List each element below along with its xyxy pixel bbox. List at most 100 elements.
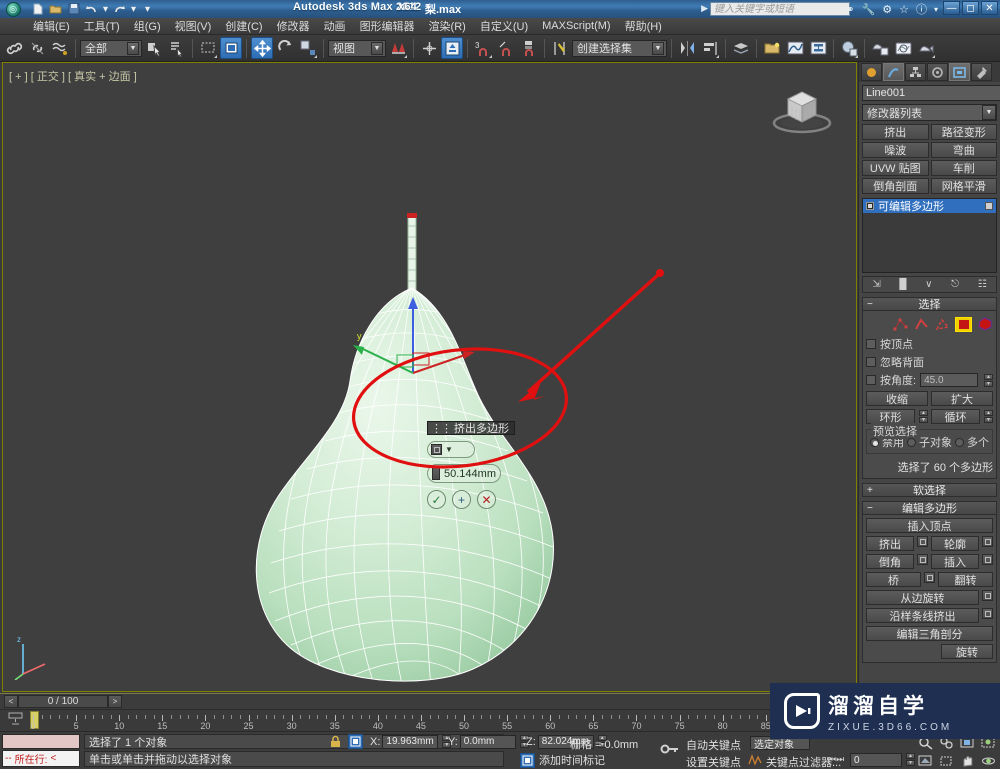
ignore-backfacing-checkbox[interactable]: [866, 357, 876, 367]
binoculars-icon[interactable]: ⚭: [845, 3, 854, 16]
coord-x-field[interactable]: 19.963mm: [382, 734, 439, 749]
select-and-link-icon[interactable]: [3, 37, 25, 59]
by-angle-value[interactable]: 45.0: [920, 373, 978, 387]
align-objects-icon[interactable]: [699, 37, 721, 59]
move-gizmo[interactable]: y: [343, 293, 483, 386]
snap-toggle-icon[interactable]: [441, 37, 463, 59]
preview-multi-radio[interactable]: [955, 437, 964, 447]
undo-icon[interactable]: [84, 2, 99, 17]
menu-item-group[interactable]: 组(G): [127, 17, 168, 35]
bridge-button[interactable]: 桥: [866, 572, 921, 587]
rendered-frame-window-icon[interactable]: [892, 37, 914, 59]
ring-button[interactable]: 环形: [866, 409, 915, 424]
grow-button[interactable]: 扩大: [931, 391, 993, 406]
rollout-edit-polygons-header[interactable]: − 编辑多边形: [862, 501, 997, 515]
preview-option-multi[interactable]: 多个: [955, 434, 989, 450]
stack-item-toggle-icon[interactable]: [985, 202, 993, 210]
reference-coord-dropdown[interactable]: 视图 ▼: [328, 39, 386, 57]
make-unique-icon[interactable]: ∨: [925, 279, 932, 290]
edit-named-selection-sets-icon[interactable]: [549, 37, 571, 59]
collapse-icon[interactable]: −: [867, 503, 873, 514]
by-angle-checkbox[interactable]: [866, 375, 876, 385]
insert-vertex-button[interactable]: 插入顶点: [866, 518, 993, 533]
set-key-button[interactable]: 设置关键点: [686, 754, 741, 769]
customize-qat-icon[interactable]: ▾: [140, 2, 155, 17]
menu-item-modifiers[interactable]: 修改器: [270, 17, 317, 35]
caddy-cancel-button[interactable]: ✕: [477, 490, 496, 509]
menu-item-tools[interactable]: 工具(T): [77, 17, 127, 35]
polygon-icon[interactable]: [955, 316, 972, 332]
subscription-icon[interactable]: ⚙: [882, 3, 892, 16]
select-and-manipulate-icon[interactable]: [418, 37, 440, 59]
bevel-settings-icon[interactable]: [917, 554, 928, 565]
pan-icon[interactable]: [957, 752, 977, 769]
caddy-extrusion-type-dropdown[interactable]: ▼: [427, 441, 475, 458]
new-file-icon[interactable]: [30, 2, 45, 17]
key-navigation-icons[interactable]: ⏮⏭: [828, 754, 844, 765]
layer-manager-icon[interactable]: [730, 37, 752, 59]
region-zoom-icon[interactable]: [936, 752, 956, 769]
extrude-along-spline-settings-icon[interactable]: [982, 608, 993, 619]
redo-icon[interactable]: [112, 2, 127, 17]
next-frame-button[interactable]: >: [108, 695, 122, 708]
by-angle-spinner[interactable]: ▲ ▼: [984, 373, 993, 387]
display-tab[interactable]: [949, 63, 970, 81]
wrench-icon[interactable]: 🔧: [862, 3, 876, 16]
edit-triangulation-button[interactable]: 编辑三角剖分: [866, 626, 993, 641]
bind-to-space-warp-icon[interactable]: [49, 37, 71, 59]
undo-dropdown-icon[interactable]: ▾: [102, 2, 109, 17]
turn-button[interactable]: 旋转: [941, 644, 993, 659]
chevron-down-icon[interactable]: ▼: [445, 445, 453, 454]
auto-key-button[interactable]: 自动关键点: [686, 737, 741, 753]
modifier-button-bend[interactable]: 弯曲: [930, 142, 997, 158]
by-vertex-checkbox[interactable]: [866, 339, 876, 349]
shrink-button[interactable]: 收缩: [866, 391, 928, 406]
add-time-tag-row[interactable]: 添加时间标记: [520, 752, 605, 768]
inset-button[interactable]: 插入: [931, 554, 979, 569]
application-menu-button[interactable]: ◎: [0, 0, 26, 18]
element-icon[interactable]: [976, 317, 993, 332]
modify-tab[interactable]: [883, 63, 904, 81]
menu-item-customize[interactable]: 自定义(U): [473, 17, 535, 35]
select-and-scale-icon[interactable]: [297, 37, 319, 59]
modifier-button-meshsmooth[interactable]: 网格平滑: [930, 178, 997, 194]
menu-item-create[interactable]: 创建(C): [218, 17, 269, 35]
open-file-icon[interactable]: [48, 2, 63, 17]
menu-item-animation[interactable]: 动画: [317, 17, 353, 35]
current-key-spinner[interactable]: ▲ ▼: [906, 753, 915, 766]
spinner-snap-icon[interactable]: [518, 37, 540, 59]
close-button[interactable]: ✕: [981, 1, 998, 15]
caddy-ok-button[interactable]: ✓: [427, 490, 446, 509]
preview-subobject-radio[interactable]: [907, 437, 916, 447]
minimize-button[interactable]: —: [943, 1, 960, 15]
menu-item-maxscript[interactable]: MAXScript(M): [535, 19, 617, 33]
by-vertex-row[interactable]: 按顶点: [866, 336, 993, 352]
extrude-along-spline-button[interactable]: 沿样条线挤出: [866, 608, 979, 623]
render-production-icon[interactable]: [915, 37, 937, 59]
hierarchy-tab[interactable]: [905, 63, 926, 81]
chevron-down-icon[interactable]: ▼: [982, 105, 996, 120]
outline-button[interactable]: 轮廓: [931, 536, 979, 551]
unlink-selection-icon[interactable]: [26, 37, 48, 59]
inset-settings-icon[interactable]: [982, 554, 993, 565]
loop-spinner[interactable]: ▲ ▼: [984, 410, 993, 423]
expand-icon[interactable]: +: [867, 485, 873, 496]
rectangular-selection-region-icon[interactable]: [197, 37, 219, 59]
edge-icon[interactable]: [913, 317, 930, 332]
track-bar-menu-icon[interactable]: [6, 712, 24, 728]
menu-item-edit[interactable]: 编辑(E): [26, 17, 77, 35]
schematic-view-icon[interactable]: [807, 37, 829, 59]
maxscript-mini-listener-output[interactable]: [2, 734, 80, 749]
named-selection-set-dropdown[interactable]: 创建选择集 ▼: [572, 39, 667, 57]
configure-sets-icon[interactable]: ☷: [978, 279, 987, 290]
render-setup-icon[interactable]: [869, 37, 891, 59]
chevron-down-icon[interactable]: ▼: [371, 41, 383, 55]
material-editor-icon[interactable]: [838, 37, 860, 59]
use-pivot-center-icon[interactable]: [387, 37, 409, 59]
bevel-button[interactable]: 倒角: [866, 554, 914, 569]
selection-filter-dropdown[interactable]: 全部 ▼: [80, 39, 142, 57]
rollout-soft-selection-header[interactable]: + 软选择: [862, 483, 997, 497]
coord-y-field[interactable]: 0.0mm: [459, 734, 516, 749]
caddy-height-field[interactable]: 50.144mm: [427, 464, 501, 483]
extrude-settings-icon[interactable]: [917, 536, 928, 547]
